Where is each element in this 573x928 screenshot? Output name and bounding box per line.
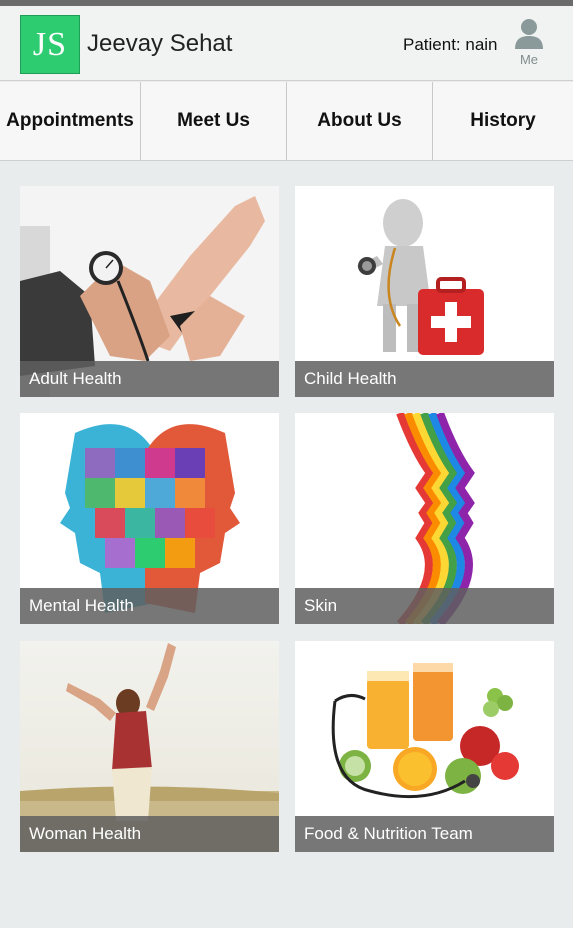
- tile-caption: Adult Health: [20, 361, 279, 397]
- tile-woman-health[interactable]: Woman Health: [20, 641, 279, 852]
- tab-appointments[interactable]: Appointments: [0, 82, 141, 160]
- tile-caption: Woman Health: [20, 816, 279, 852]
- tab-history[interactable]: History: [433, 82, 573, 160]
- tile-caption: Mental Health: [20, 588, 279, 624]
- tab-meet-us[interactable]: Meet Us: [141, 82, 287, 160]
- me-label: Me: [519, 52, 539, 67]
- tile-skin[interactable]: Skin: [295, 413, 554, 624]
- app-title: Jeevay Sehat: [87, 30, 233, 57]
- app-bar: JS Jeevay Sehat Patient: nain Me: [0, 6, 573, 81]
- tile-mental-health[interactable]: Mental Health: [20, 413, 279, 624]
- tile-caption: Child Health: [295, 361, 554, 397]
- app-logo: JS: [20, 15, 80, 74]
- patient-label: Patient: nain: [403, 35, 498, 54]
- me-button[interactable]: Me: [510, 18, 548, 74]
- tab-bar: Appointments Meet Us About Us History: [0, 82, 573, 161]
- tile-food-nutrition[interactable]: Food & Nutrition Team: [295, 641, 554, 852]
- tile-adult-health[interactable]: Adult Health: [20, 186, 279, 397]
- tile-child-health[interactable]: Child Health: [295, 186, 554, 397]
- user-icon: [515, 19, 543, 49]
- tile-caption: Food & Nutrition Team: [295, 816, 554, 852]
- tab-about-us[interactable]: About Us: [287, 82, 433, 160]
- tile-caption: Skin: [295, 588, 554, 624]
